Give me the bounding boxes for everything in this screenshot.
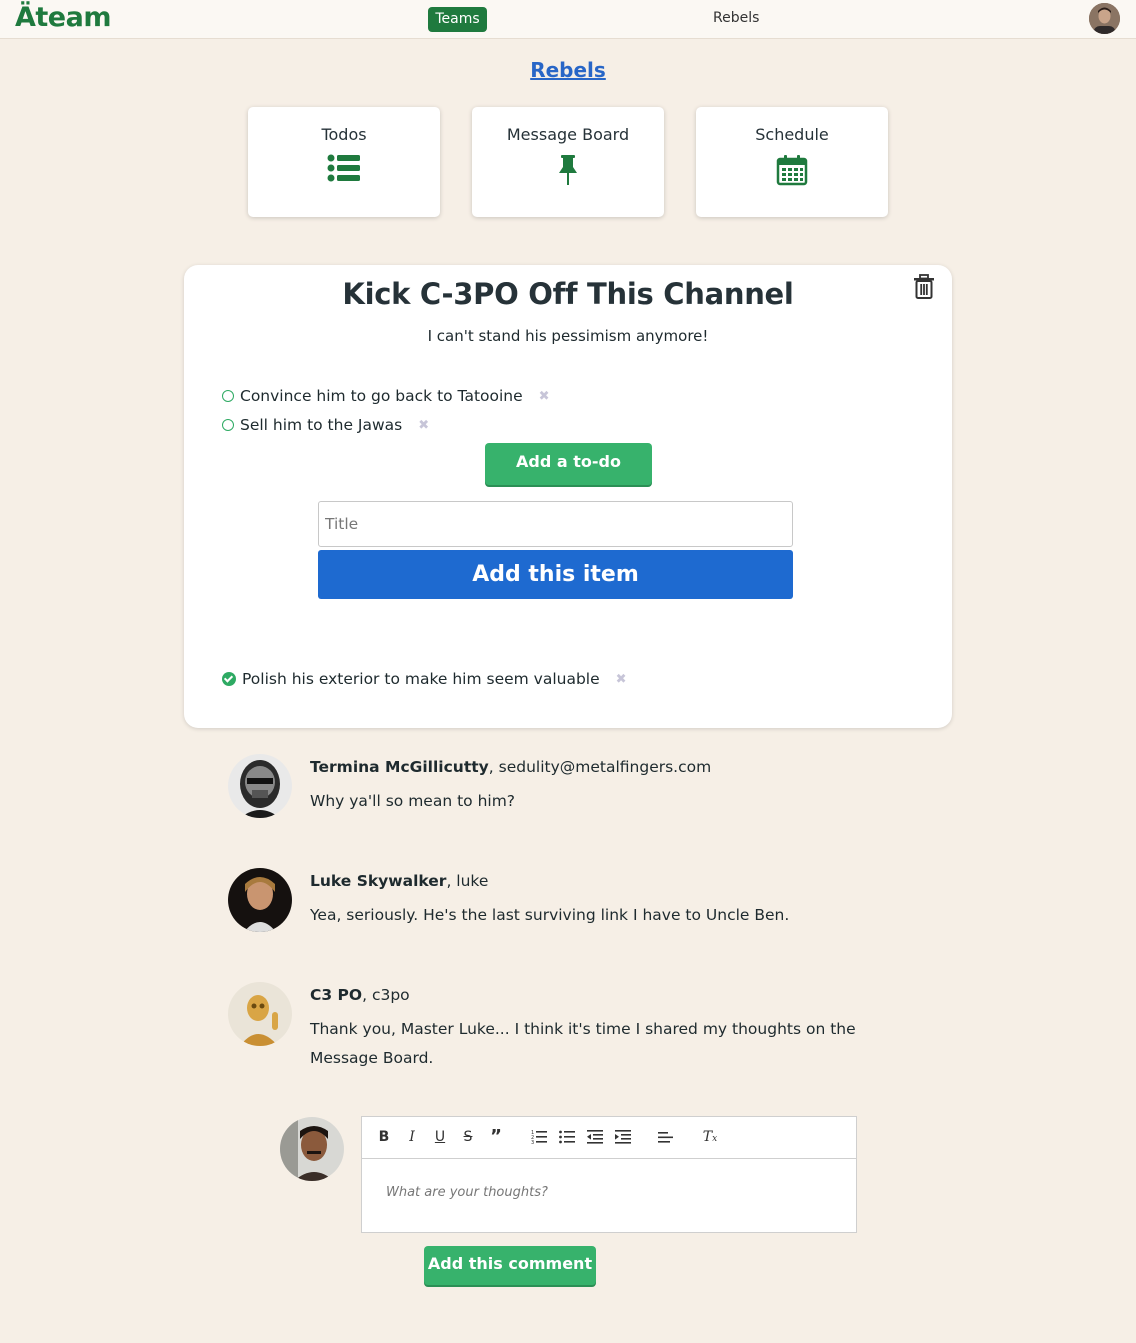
schedule-card-label: Schedule	[755, 125, 829, 144]
trash-icon[interactable]	[913, 274, 935, 300]
todo-checkbox[interactable]	[222, 390, 234, 402]
composer-avatar	[280, 1117, 344, 1181]
comment-meta: Termina McGillicutty, sedulity@metalfing…	[310, 758, 711, 776]
todos-card-label: Todos	[321, 125, 367, 144]
schedule-card[interactable]: Schedule	[696, 107, 888, 217]
indent-icon[interactable]	[614, 1128, 632, 1146]
team-title-link[interactable]: Rebels	[0, 58, 1136, 82]
commenter-name: C3 PO	[310, 986, 363, 1004]
quote-icon[interactable]: ”	[487, 1128, 505, 1146]
todo-item: Convince him to go back to Tatooine ✖	[222, 387, 550, 405]
todo-item-text[interactable]: Polish his exterior to make him seem val…	[242, 670, 600, 688]
editor-toolbar: B I U S ” 1 2 3 Tx	[362, 1117, 856, 1159]
comment-editor-area[interactable]: What are your thoughts?	[386, 1185, 548, 1200]
commenter-name: Termina McGillicutty	[310, 758, 489, 776]
bold-icon[interactable]: B	[375, 1128, 393, 1146]
comment-body: Yea, seriously. He's the last surviving …	[310, 906, 790, 924]
svg-text:3: 3	[531, 1140, 534, 1146]
completed-checkbox[interactable]	[222, 672, 236, 686]
todo-list-card: Kick C-3PO Off This Channel I can't stan…	[184, 265, 952, 728]
todo-checkbox[interactable]	[222, 419, 234, 431]
outdent-icon[interactable]	[586, 1128, 604, 1146]
strike-icon[interactable]: S	[459, 1128, 477, 1146]
message-board-card-label: Message Board	[506, 125, 630, 144]
comment-meta: C3 PO, c3po	[310, 986, 410, 1004]
commenter-avatar	[228, 982, 292, 1046]
italic-icon[interactable]: I	[403, 1128, 421, 1146]
completed-todo-item: Polish his exterior to make him seem val…	[222, 670, 627, 688]
commenter-handle: , c3po	[362, 986, 410, 1004]
commenter-name: Luke Skywalker	[310, 872, 447, 890]
add-todo-button[interactable]: Add a to-do	[485, 443, 652, 485]
comment-editor: B I U S ” 1 2 3 Tx What are your thought…	[361, 1116, 857, 1233]
bullet-list-icon[interactable]	[558, 1128, 576, 1146]
todo-item: Sell him to the Jawas ✖	[222, 416, 429, 434]
clear-format-icon[interactable]: Tx	[701, 1128, 719, 1146]
todo-list-title: Kick C-3PO Off This Channel	[342, 277, 794, 311]
comment-body: Why ya'll so mean to him?	[310, 792, 516, 810]
top-nav: Äteam Teams Rebels	[0, 0, 1136, 39]
nav-current-team[interactable]: Rebels	[713, 10, 759, 26]
user-avatar[interactable]	[1089, 3, 1120, 34]
list-icon	[327, 154, 360, 182]
teams-button[interactable]: Teams	[428, 7, 487, 32]
delete-todo-icon[interactable]: ✖	[418, 418, 429, 433]
commenter-avatar	[228, 754, 292, 818]
underline-icon[interactable]: U	[431, 1128, 449, 1146]
commenter-handle: , sedulity@metalfingers.com	[488, 758, 712, 776]
delete-todo-icon[interactable]: ✖	[616, 672, 627, 687]
todo-item-text[interactable]: Convince him to go back to Tatooine	[240, 387, 523, 405]
todos-card[interactable]: Todos	[248, 107, 440, 217]
calendar-icon	[776, 155, 808, 186]
ordered-list-icon[interactable]: 1 2 3	[530, 1128, 548, 1146]
comment-meta: Luke Skywalker, luke	[310, 872, 488, 890]
comment-body: Thank you, Master Luke... I think it's t…	[310, 1020, 856, 1067]
pushpin-icon	[559, 155, 577, 185]
todo-title-input[interactable]	[318, 501, 793, 547]
commenter-handle: , luke	[446, 872, 489, 890]
align-icon[interactable]	[657, 1128, 675, 1146]
message-board-card[interactable]: Message Board	[472, 107, 664, 217]
app-logo[interactable]: Äteam	[15, 2, 111, 33]
add-comment-button[interactable]: Add this comment	[424, 1246, 596, 1285]
add-item-button[interactable]: Add this item	[318, 550, 793, 599]
commenter-avatar	[228, 868, 292, 932]
delete-todo-icon[interactable]: ✖	[539, 389, 550, 404]
todo-item-text[interactable]: Sell him to the Jawas	[240, 416, 402, 434]
todo-list-description: I can't stand his pessimism anymore!	[427, 327, 709, 345]
